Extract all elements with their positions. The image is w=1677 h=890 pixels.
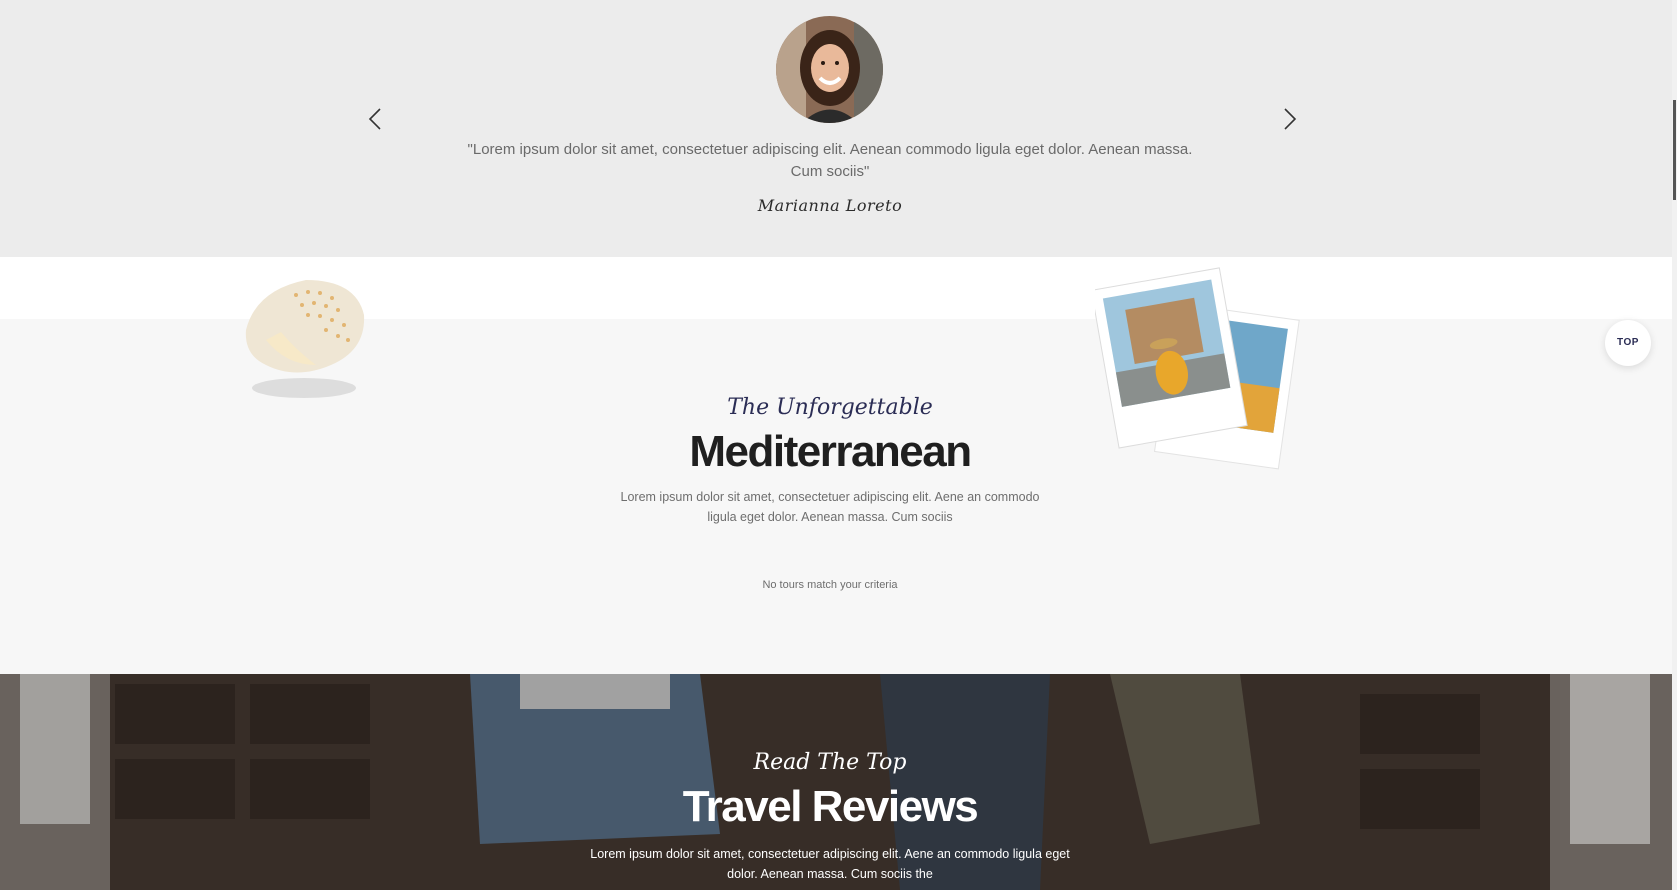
mediterranean-description: Lorem ipsum dolor sit amet, consectetuer… — [620, 490, 1040, 524]
reviews-description: Lorem ipsum dolor sit amet, consectetuer… — [590, 847, 1070, 881]
no-tours-message: No tours match your criteria — [762, 579, 898, 591]
polaroid-photos — [1090, 262, 1305, 487]
testimonial-section: "Lorem ipsum dolor sit amet, consectetue… — [0, 0, 1672, 257]
back-to-top-button[interactable]: TOP — [1605, 320, 1651, 366]
mediterranean-script-title: The Unforgettable — [727, 395, 933, 420]
prev-testimonial-button[interactable] — [361, 104, 391, 134]
testimonial-author: Marianna Loreto — [757, 196, 903, 215]
seashell-image — [236, 270, 376, 410]
reviews-title: Travel Reviews — [682, 782, 979, 831]
testimonial-quote: "Lorem ipsum dolor sit amet, consectetue… — [467, 141, 1193, 180]
mediterranean-title: Mediterranean — [689, 427, 972, 476]
next-testimonial-button[interactable] — [1274, 104, 1304, 134]
scrollbar-thumb[interactable] — [1673, 100, 1676, 200]
testimonial-avatar — [776, 16, 883, 123]
reviews-script-title: Read The Top — [753, 750, 907, 775]
chevron-left-icon — [368, 108, 381, 130]
chevron-right-icon — [1284, 108, 1297, 130]
reviews-section: Read The Top Travel Reviews Lorem ipsum … — [0, 674, 1672, 890]
